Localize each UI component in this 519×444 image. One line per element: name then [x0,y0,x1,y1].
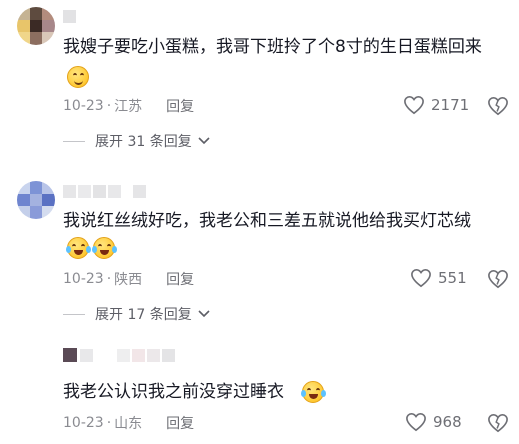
laughing-crying-face-icon [66,237,91,259]
comment-location: 山东 [114,416,143,432]
avatar[interactable] [17,181,55,219]
comment-location: 江苏 [114,99,143,115]
username-blurred[interactable] [63,10,76,23]
dislike-icon[interactable] [487,96,509,116]
like-count: 968 [433,413,462,431]
comment-date: 10-23 [63,271,104,287]
laughing-crying-face-icon [92,237,117,259]
expand-replies-label: 展开 17 条回复 [95,307,192,323]
reply-button[interactable]: 回复 [166,413,194,433]
laughing-crying-face-icon [301,381,326,403]
comment-text: 我嫂子要吃小蛋糕，我哥下班拎了个8寸的生日蛋糕回来 [63,37,482,57]
heart-icon [411,268,431,288]
dislike-icon[interactable] [487,413,509,433]
reply-button[interactable]: 回复 [166,269,194,289]
expand-replies-button[interactable]: 展开 31 条回复 [63,131,210,151]
divider [63,313,85,315]
username-blurred[interactable] [80,349,175,362]
comment-date: 10-23 [63,98,104,114]
like-button[interactable]: 2171 [403,95,469,115]
avatar[interactable] [63,348,77,362]
like-count: 2171 [431,96,470,114]
expand-replies-button[interactable]: 展开 17 条回复 [63,304,210,324]
separator: · [106,271,112,287]
comment-meta: 10-23 · 山东 回复 [63,413,194,433]
separator: · [106,415,112,431]
heart-icon [406,412,426,432]
username-blurred[interactable] [63,185,146,198]
like-count: 551 [438,269,467,287]
chevron-down-icon [198,310,210,318]
smile-face-icon [67,66,89,88]
divider [63,140,85,142]
like-button[interactable]: 551 [410,268,467,288]
heart-icon [404,95,424,115]
comment-date: 10-23 [63,415,104,431]
comment-text: 我老公认识我之前没穿过睡衣 [63,382,284,402]
like-button[interactable]: 968 [405,412,462,432]
expand-replies-label: 展开 31 条回复 [95,134,192,150]
avatar[interactable] [17,7,55,45]
comment-meta: 10-23 · 江苏 回复 [63,96,194,116]
separator: · [106,98,112,114]
comment-meta: 10-23 · 陕西 回复 [63,269,194,289]
comment-location: 陕西 [114,272,143,288]
comment-text: 我说红丝绒好吃，我老公和三差五就说他给我买灯芯绒 [63,211,471,231]
reply-button[interactable]: 回复 [166,96,194,116]
chevron-down-icon [198,137,210,145]
dislike-icon[interactable] [487,269,509,289]
